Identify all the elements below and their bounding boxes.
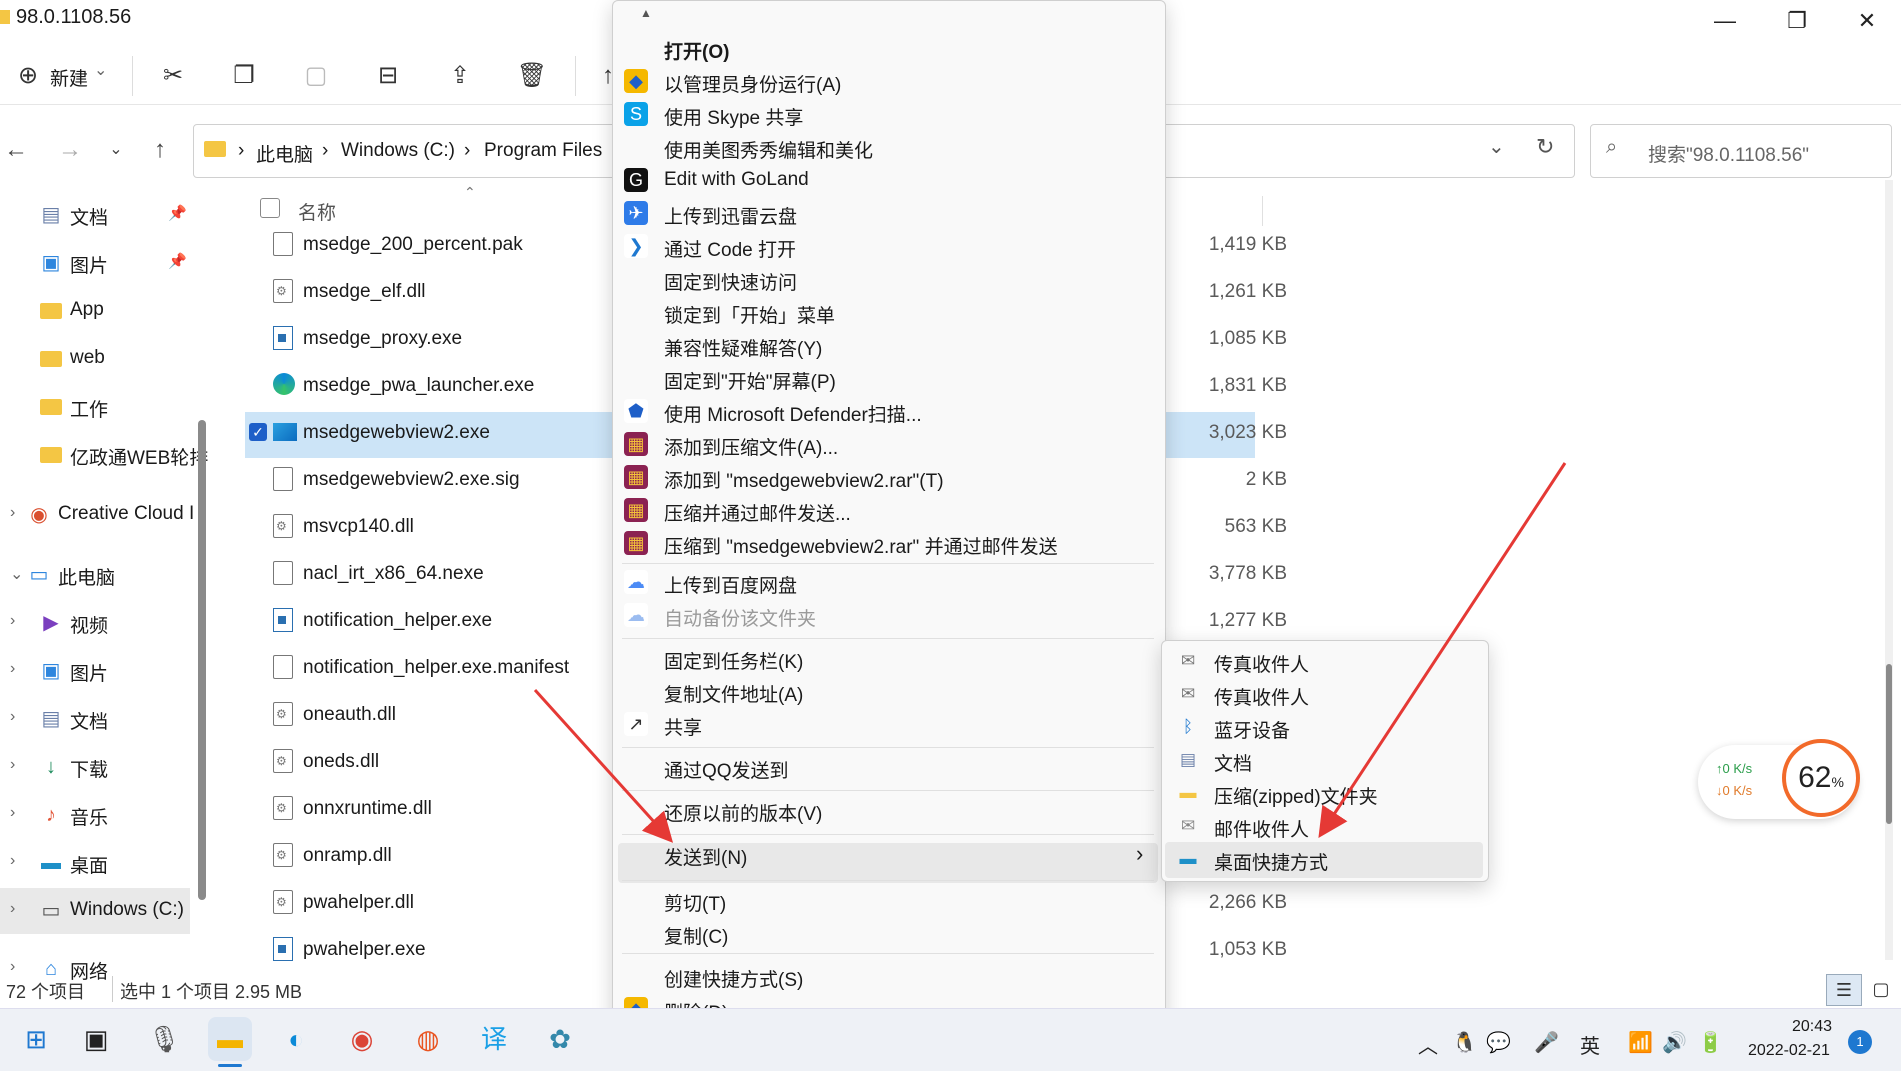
annotation-arrows: [533, 462, 1567, 843]
clock-time[interactable]: 20:43: [1792, 1018, 1832, 1036]
arrow-to-send-to: [533, 688, 674, 843]
microphone-icon[interactable]: 🎤: [1534, 1030, 1559, 1055]
wifi-icon[interactable]: 📶: [1628, 1030, 1653, 1055]
show-hidden-icons-icon[interactable]: ︿: [1418, 1030, 1438, 1059]
chrome-icon[interactable]: ◉: [340, 1017, 384, 1061]
clock-date[interactable]: 2022-02-21: [1748, 1042, 1830, 1060]
start-windows-icon[interactable]: ⊞: [14, 1017, 58, 1061]
app-icon[interactable]: ✿: [538, 1017, 582, 1061]
edge-icon[interactable]: ◐: [274, 1017, 318, 1061]
task-view-icon[interactable]: ▣: [74, 1017, 118, 1061]
wechat-icon[interactable]: 💬: [1486, 1030, 1511, 1055]
file-explorer-icon[interactable]: ▬: [208, 1017, 252, 1061]
volume-icon[interactable]: 🔊: [1662, 1030, 1687, 1055]
input-language[interactable]: 英: [1580, 1030, 1600, 1059]
battery-icon[interactable]: 🔋: [1698, 1030, 1723, 1055]
notification-badge[interactable]: 1: [1848, 1030, 1872, 1054]
microphone-app-icon[interactable]: 🎙: [142, 1017, 186, 1061]
ubuntu-icon[interactable]: ◍: [406, 1017, 450, 1061]
qq-icon[interactable]: 🐧: [1452, 1030, 1477, 1055]
arrow-to-desktop-shortcut: [1318, 462, 1567, 839]
translator-icon[interactable]: 译: [472, 1017, 516, 1061]
active-app-indicator: [218, 1064, 242, 1067]
